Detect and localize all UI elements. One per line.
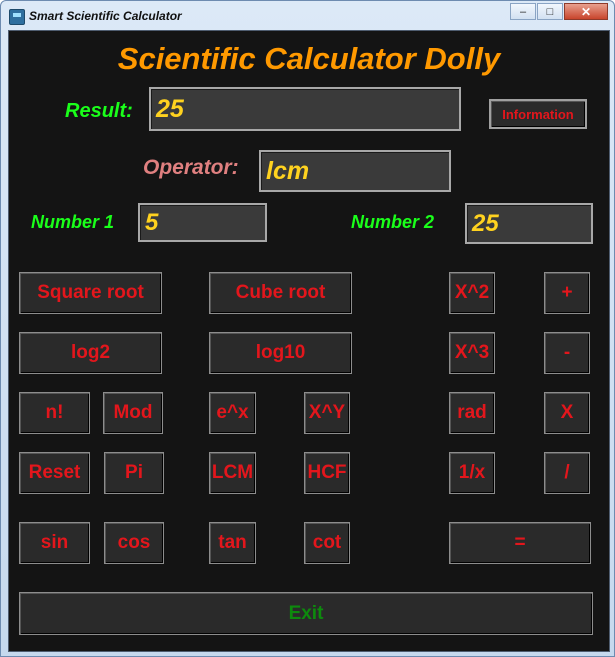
log10-button[interactable]: log10 <box>209 332 352 374</box>
close-button[interactable]: ✕ <box>564 3 608 20</box>
sin-button[interactable]: sin <box>19 522 90 564</box>
operator-field[interactable]: lcm <box>259 150 451 192</box>
app-icon <box>9 9 25 25</box>
minimize-button[interactable]: – <box>510 3 536 20</box>
x-squared-button[interactable]: X^2 <box>449 272 495 314</box>
rad-button[interactable]: rad <box>449 392 495 434</box>
cube-root-button[interactable]: Cube root <box>209 272 352 314</box>
equals-button[interactable]: = <box>449 522 591 564</box>
e-power-x-button[interactable]: e^x <box>209 392 256 434</box>
cot-button[interactable]: cot <box>304 522 350 564</box>
reset-button[interactable]: Reset <box>19 452 90 494</box>
result-field[interactable]: 25 <box>149 87 461 131</box>
log2-button[interactable]: log2 <box>19 332 162 374</box>
hcf-button[interactable]: HCF <box>304 452 350 494</box>
x-cubed-button[interactable]: X^3 <box>449 332 495 374</box>
operator-label: Operator: <box>143 156 239 179</box>
close-icon: ✕ <box>580 4 592 19</box>
tan-button[interactable]: tan <box>209 522 256 564</box>
calculator-window: Smart Scientific Calculator – □ ✕ Scient… <box>0 0 615 657</box>
reciprocal-button[interactable]: 1/x <box>449 452 495 494</box>
information-button[interactable]: Information <box>489 99 587 129</box>
window-title: Smart Scientific Calculator <box>29 9 182 23</box>
title-bar[interactable]: Smart Scientific Calculator – □ ✕ <box>1 1 614 31</box>
result-label: Result: <box>65 100 133 122</box>
lcm-button[interactable]: LCM <box>209 452 256 494</box>
maximize-icon: □ <box>546 5 554 18</box>
minimize-icon: – <box>519 5 527 18</box>
divide-button[interactable]: / <box>544 452 590 494</box>
cos-button[interactable]: cos <box>104 522 164 564</box>
plus-button[interactable]: + <box>544 272 590 314</box>
number1-field[interactable]: 5 <box>138 203 267 242</box>
factorial-button[interactable]: n! <box>19 392 90 434</box>
number1-label: Number 1 <box>31 212 115 232</box>
mod-button[interactable]: Mod <box>103 392 163 434</box>
number2-label: Number 2 <box>351 212 435 232</box>
minus-button[interactable]: - <box>544 332 590 374</box>
window-controls: – □ ✕ <box>509 3 608 20</box>
exit-button[interactable]: Exit <box>19 592 593 635</box>
square-root-button[interactable]: Square root <box>19 272 162 314</box>
maximize-button[interactable]: □ <box>537 3 563 20</box>
app-heading: Scientific Calculator Dolly <box>117 41 501 76</box>
number2-field[interactable]: 25 <box>465 203 593 244</box>
calculator-panel: Scientific Calculator Dolly Result: 25 I… <box>8 30 610 652</box>
multiply-button[interactable]: X <box>544 392 590 434</box>
x-power-y-button[interactable]: X^Y <box>304 392 350 434</box>
pi-button[interactable]: Pi <box>104 452 164 494</box>
